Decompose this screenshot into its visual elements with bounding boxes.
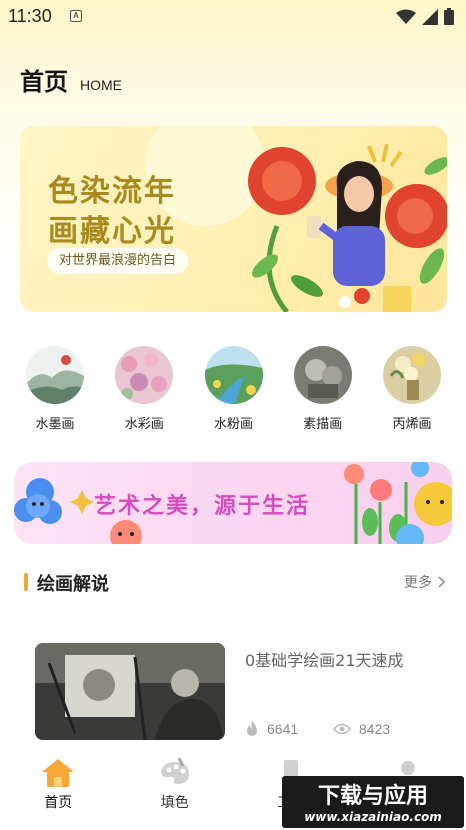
article-title: 0基础学绘画21天速成 [245, 651, 404, 670]
art-banner-text: 艺术之美，源于生活 [94, 494, 311, 519]
more-link[interactable]: 更多 [404, 572, 446, 592]
category-ink-painting[interactable]: 水墨画 [20, 346, 90, 432]
category-label: 水彩画 [124, 417, 164, 432]
notification-icon: A [70, 10, 82, 22]
view-count-value: 8423 [359, 721, 391, 737]
svg-text:下载与应用: 下载与应用 [318, 783, 428, 809]
section-header: 绘画解说 更多 [24, 570, 446, 596]
watermark-logo: 下载与应用 www.xiazainiao.com [282, 770, 464, 828]
signal-icon [422, 8, 438, 25]
nav-label: 填色 [160, 795, 189, 811]
section-accent-bar [24, 573, 28, 591]
gouache-icon [204, 346, 263, 404]
hot-count: 6641 [245, 721, 298, 737]
section-title: 绘画解说 [37, 574, 109, 595]
more-label: 更多 [404, 575, 432, 591]
category-label: 水粉画 [213, 417, 253, 432]
page-header: 首页 HOME [20, 62, 122, 97]
category-label: 丙烯画 [392, 417, 432, 432]
category-acrylic[interactable]: 丙烯画 [377, 346, 447, 432]
flame-icon [247, 721, 257, 736]
page-subtitle: HOME [80, 77, 122, 93]
hero-headline-2: 画藏心光 [48, 214, 176, 249]
nav-home[interactable]: 首页 [0, 750, 117, 830]
acrylic-icon [383, 346, 441, 404]
hero-banner[interactable]: 色染流年 画藏心光 对世界最浪漫的告白 [20, 126, 447, 312]
ink-painting-icon [26, 346, 84, 404]
wifi-icon [396, 9, 416, 24]
hot-count-value: 6641 [267, 721, 299, 737]
status-bar: 11:30 A [0, 0, 466, 34]
category-list: 水墨画 水彩画 水粉画 素描画 丙烯画 [20, 346, 447, 432]
art-banner[interactable]: 艺术之美，源于生活 [14, 462, 452, 544]
article-card[interactable]: 0基础学绘画21天速成 6641 8423 [35, 643, 435, 743]
chevron-right-icon [438, 576, 446, 588]
svg-text:www.xiazainiao.com: www.xiazainiao.com [304, 810, 442, 824]
status-icons [396, 8, 454, 25]
category-label: 素描画 [303, 417, 343, 432]
hero-headline-1: 色染流年 [48, 174, 176, 209]
category-gouache[interactable]: 水粉画 [199, 346, 269, 432]
page-title: 首页 [20, 68, 68, 96]
category-watercolor[interactable]: 水彩画 [109, 346, 179, 432]
sketch-icon [293, 346, 352, 404]
nav-label: 首页 [44, 795, 73, 811]
category-sketch[interactable]: 素描画 [288, 346, 358, 432]
watermark-graphic: 下载与应用 www.xiazainiao.com [282, 776, 464, 828]
home-icon [42, 759, 75, 787]
watercolor-icon [115, 346, 174, 404]
article-thumbnail [35, 643, 225, 740]
eye-icon [333, 723, 351, 735]
hero-tagline: 对世界最浪漫的告白 [47, 248, 189, 274]
palette-icon [160, 758, 189, 784]
status-time: 11:30 [8, 6, 52, 26]
nav-fill-color[interactable]: 填色 [117, 750, 234, 830]
battery-icon [444, 8, 454, 25]
view-count: 8423 [333, 721, 390, 737]
hero-illustration [248, 143, 447, 312]
category-label: 水墨画 [35, 417, 75, 432]
